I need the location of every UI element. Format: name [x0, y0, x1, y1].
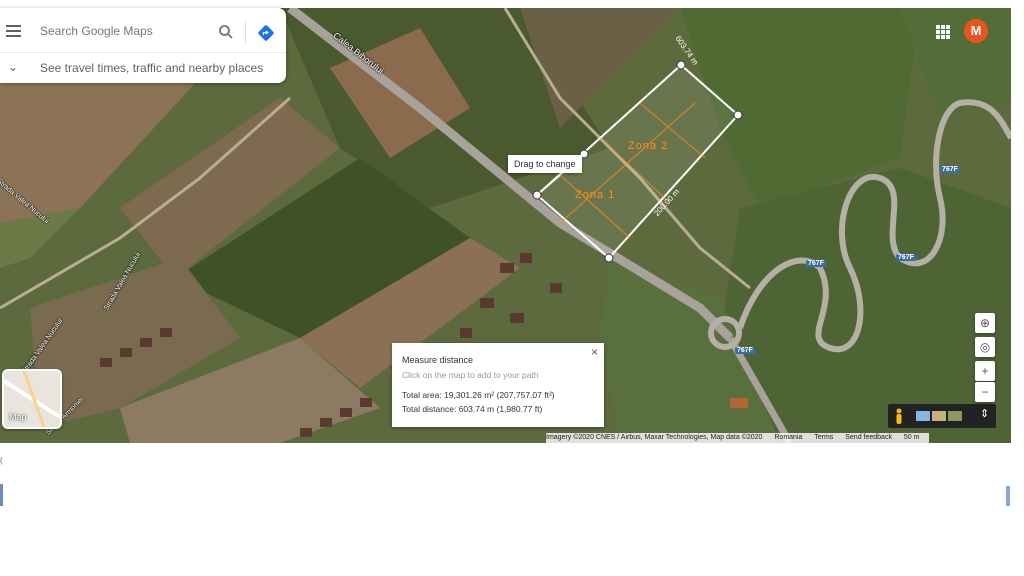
map-layer-toggle[interactable]: Map [2, 369, 62, 429]
zoom-in-button[interactable]: + [975, 361, 995, 381]
measure-distance-card: Measure distance × Click on the map to a… [392, 343, 604, 427]
imagery-toolbar: ⇕ [888, 404, 996, 428]
highway-badge: 767F [806, 260, 826, 267]
total-distance: Total distance: 603.74 m (1,980.77 ft) [402, 404, 543, 414]
apps-grid-icon[interactable] [936, 25, 950, 39]
drag-to-change-tooltip: Drag to change [508, 155, 582, 173]
attribution-footer: Imagery ©2020 CNES / Airbus, Maxar Techn… [546, 433, 930, 443]
country-label: Romania [774, 434, 803, 441]
search-input[interactable] [40, 24, 210, 38]
chevron-down-icon[interactable]: ⌄ [8, 60, 18, 74]
left-edge-fragment [0, 484, 3, 506]
highway-badge: 767F [896, 254, 916, 261]
highway-badge: 767F [940, 166, 960, 173]
search-panel: ⌄ See travel times, traffic and nearby p… [0, 8, 286, 83]
map-layer-label: Map [9, 412, 27, 422]
travel-times-row[interactable]: ⌄ See travel times, traffic and nearby p… [0, 52, 286, 81]
search-row [0, 8, 286, 48]
imagery-thumbnails[interactable] [916, 411, 962, 421]
scale-label: 50 m [903, 434, 920, 441]
account-avatar[interactable]: M [964, 19, 988, 43]
measure-title: Measure distance [402, 355, 474, 365]
globe-button[interactable]: ⊕ [975, 313, 995, 333]
zoom-out-button[interactable]: − [975, 382, 995, 402]
my-location-button[interactable]: ◎ [975, 337, 995, 357]
highway-badge: 767F [735, 347, 755, 354]
expand-imagery-button[interactable]: ⇕ [980, 407, 989, 420]
directions-icon[interactable] [257, 24, 275, 42]
total-area: Total area: 19,301.26 m² (207,757.07 ft²… [402, 390, 555, 400]
pegman-icon[interactable] [895, 408, 903, 424]
stray-mark: ( [0, 456, 3, 465]
close-icon[interactable]: × [591, 345, 598, 359]
right-edge-fragment [1006, 486, 1010, 506]
travel-times-label[interactable]: See travel times, traffic and nearby pla… [40, 61, 263, 75]
terms-link[interactable]: Terms [814, 434, 833, 441]
search-icon[interactable] [218, 24, 234, 40]
zone-label-1: Zona 1 [575, 189, 616, 201]
menu-icon[interactable] [6, 25, 21, 37]
measure-hint: Click on the map to add to your path [402, 370, 539, 380]
search-divider [245, 22, 246, 44]
imagery-credit: Imagery ©2020 CNES / Airbus, Maxar Techn… [546, 434, 763, 441]
send-feedback-link[interactable]: Send feedback [845, 434, 892, 441]
zone-label-2: Zona 2 [628, 140, 669, 152]
